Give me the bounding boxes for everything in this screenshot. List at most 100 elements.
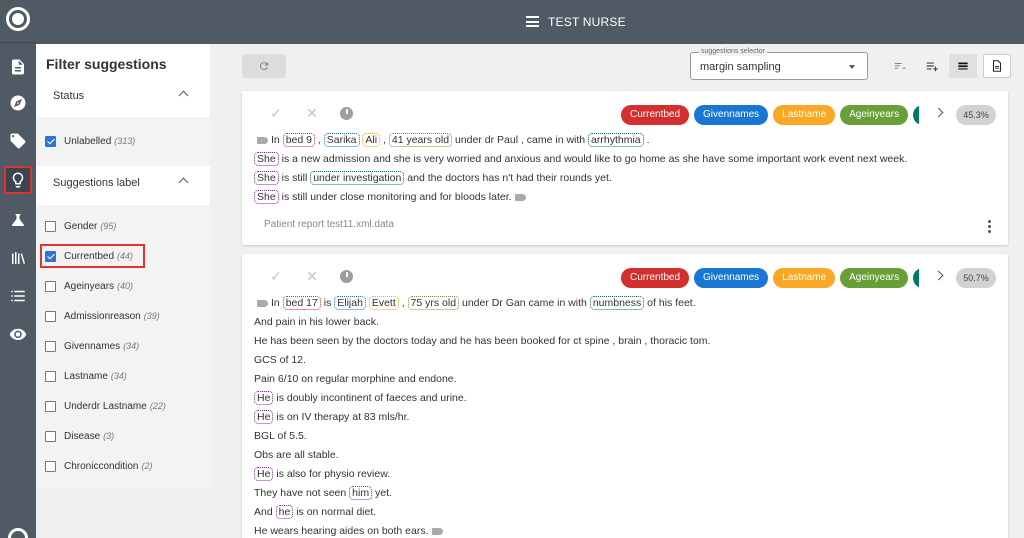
compass-icon[interactable] [6,91,30,115]
entity-givennames[interactable]: Elijah [334,296,366,310]
collapse-all-button[interactable] [886,54,914,78]
more-icon[interactable] [988,220,991,235]
entity-gender[interactable]: him [349,486,373,500]
entity-ageinyears[interactable]: 75 yrs old [407,296,460,310]
text-span: is doubly incontinent of faeces and urin… [273,392,467,404]
confidence-score: 50.7% [956,268,996,288]
label-chip[interactable]: Lastname [773,268,836,288]
caret-down-icon[interactable] [849,65,855,69]
label-chip[interactable]: Currentbed [621,105,690,125]
filter-item-count: (3) [103,430,115,441]
flask-icon[interactable] [6,208,30,232]
eye-settings-icon[interactable] [6,322,30,346]
document-view-button[interactable] [983,54,1011,78]
checkbox[interactable] [45,370,56,382]
menu-icon[interactable] [526,16,539,27]
label-chip[interactable]: Givennames [694,268,769,288]
filter-item-disease[interactable]: Disease (3) [44,424,114,448]
clock-icon[interactable] [340,269,353,283]
add-list-button[interactable] [918,54,946,78]
checkbox[interactable] [45,310,56,322]
checkbox[interactable] [45,430,56,442]
entity-admissionreason[interactable]: numbness [589,296,645,310]
text-span: under Dr Gan came in with [459,297,590,309]
chevron-right-icon[interactable] [933,270,944,281]
checkbox[interactable] [45,400,56,412]
text-line: Obs are all stable. [254,446,994,465]
label-chip[interactable]: Lastname [773,105,836,125]
label-chip[interactable]: Currentbed [621,268,690,288]
label-chip[interactable]: Adr [913,105,919,125]
filter-item-lastname[interactable]: Lastname (34) [44,364,127,388]
filter-item-ageinyears[interactable]: Ageinyears (40) [44,274,133,298]
filter-item-chroniccondition[interactable]: Chroniccondition (2) [44,454,153,478]
entity-gender[interactable]: She [254,152,279,166]
tag-icon[interactable] [6,129,30,153]
filter-item-unlabelled[interactable]: Unlabelled (313) [44,129,135,153]
text-line: GCS of 12. [254,351,994,370]
logo-icon[interactable] [6,7,30,31]
text-line: They have not seen him yet. [254,484,994,503]
list-icon[interactable] [6,284,30,308]
filter-item-givennames[interactable]: Givennames (34) [44,334,139,358]
accept-icon[interactable]: ✓ [268,105,284,121]
checkbox[interactable] [45,340,56,352]
text-span: Pain 6/10 on regular morphine and endone… [254,373,457,385]
entity-currentbed[interactable]: bed 9 [282,133,315,147]
clock-icon[interactable] [340,106,353,120]
entity-gender[interactable]: She [254,190,279,204]
entity-gender[interactable]: He [254,410,274,424]
refresh-button[interactable] [242,54,286,78]
label-chip[interactable]: Ageinyears [840,268,909,288]
entity-gender[interactable]: He [254,467,274,481]
label-chip[interactable]: Adr [913,268,919,288]
bottom-logo-icon[interactable] [8,528,28,538]
checkbox[interactable] [45,220,56,232]
checkbox[interactable] [45,250,56,262]
tag-marker-icon [257,136,268,144]
entity-gender[interactable]: he [275,505,294,519]
lightbulb-icon[interactable] [4,166,32,194]
filter-item-currentbed[interactable]: Currentbed (44) [40,244,146,268]
suggestions-selector[interactable]: suggestions selector margin sampling [690,48,868,80]
filter-item-admissionreason[interactable]: Admissionreason (39) [44,304,160,328]
chevron-right-icon[interactable] [933,107,944,118]
reject-icon[interactable]: ✕ [304,268,320,284]
reject-icon[interactable]: ✕ [304,105,320,121]
selector-legend: suggestions selector [699,48,767,56]
entity-gender[interactable]: He [254,391,274,405]
entity-admissionreason[interactable]: under investigation [310,171,405,185]
checkbox[interactable] [45,135,56,147]
entity-currentbed[interactable]: bed 17 [282,296,321,310]
checkbox[interactable] [45,280,56,292]
text-line: In bed 9 , Sarika Ali , 41 years old und… [254,131,994,150]
entity-givennames[interactable]: Sarika [323,133,360,147]
entity-ageinyears[interactable]: 41 years old [388,133,453,147]
chevron-up-icon[interactable] [178,177,189,188]
chevron-up-icon[interactable] [178,90,189,101]
text-line: He is on IV therapy at 83 mls/hr. [254,408,994,427]
entity-lastname[interactable]: Evett [368,296,399,310]
card-actions: ✓ ✕ [268,105,353,121]
document-icon[interactable] [6,55,30,79]
filter-item-count: (34) [110,370,127,381]
filter-item-gender[interactable]: Gender (95) [44,214,116,238]
text-span: is a new admission and she is very worri… [278,153,908,165]
label-section-header[interactable]: Suggestions label [36,169,210,197]
entity-admissionreason[interactable]: arrhythmia [588,133,644,147]
label-chip[interactable]: Ageinyears [840,105,909,125]
status-section-body: Unlabelled (313) [36,117,210,166]
status-section-header[interactable]: Status [36,82,210,110]
label-chip[interactable]: Givennames [694,105,769,125]
entity-gender[interactable]: She [254,171,279,185]
text-line: She is still under investigation and the… [254,169,994,188]
label-section-body: Gender (95) Currentbed (44) Ageinyears (40) Ad… [36,205,210,488]
library-icon[interactable] [6,246,30,270]
list-view-button[interactable] [949,54,977,78]
filter-item-count: (39) [143,310,160,321]
text-line: In bed 17 is Elijah Evett , 75 yrs old u… [254,294,994,313]
filter-item-underdr-lastname[interactable]: Underdr Lastname (22) [44,394,166,418]
entity-lastname[interactable]: Ali [362,133,381,147]
accept-icon[interactable]: ✓ [268,268,284,284]
checkbox[interactable] [45,460,56,472]
